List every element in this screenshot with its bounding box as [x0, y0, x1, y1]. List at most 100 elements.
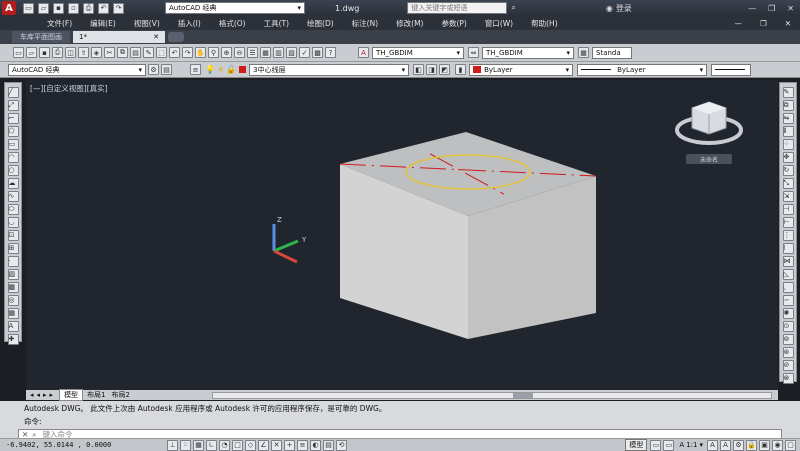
hardware-accel-icon[interactable]: ▣: [759, 439, 770, 451]
pan-icon[interactable]: ✋: [195, 47, 206, 58]
annotation-visibility-icon[interactable]: A: [707, 439, 718, 451]
login-link[interactable]: 登录: [616, 3, 632, 14]
model-space-button[interactable]: 模型: [625, 439, 648, 451]
rotate-icon[interactable]: ↻: [782, 165, 794, 176]
linetype-select[interactable]: ByLayer ▾: [577, 63, 708, 76]
break-icon[interactable]: ⁞: [782, 243, 794, 254]
copy-object-icon[interactable]: ⧉: [782, 100, 794, 111]
viewcube[interactable]: [674, 94, 744, 152]
construction-line-icon[interactable]: ⤢: [7, 100, 19, 111]
match-prop-icon[interactable]: ✎: [143, 47, 154, 58]
region-icon[interactable]: ◎: [7, 295, 19, 306]
make-current-layer-icon[interactable]: ◧: [413, 64, 425, 75]
block-editor-icon[interactable]: ⬚: [156, 47, 167, 58]
line-icon[interactable]: ╱: [7, 87, 19, 98]
insert-block-icon[interactable]: ⊡: [7, 230, 19, 241]
window-close-icon[interactable]: ✕: [776, 19, 800, 28]
text-style-select[interactable]: TH_GBDIM ▾: [372, 46, 464, 59]
layer-freeze-icon[interactable]: ☀: [217, 65, 224, 74]
quick-props-icon[interactable]: ▤: [323, 439, 334, 451]
grid-display-icon[interactable]: ▦: [193, 439, 204, 451]
quick-view-drawings-icon[interactable]: ▭: [663, 439, 675, 451]
app-logo-icon[interactable]: A: [2, 1, 16, 15]
offset-icon[interactable]: ⫴: [782, 126, 794, 137]
tab-nav-last-icon[interactable]: ▸: [50, 391, 54, 399]
saveas-icon[interactable]: ▫: [68, 2, 79, 14]
tab-drawing-2[interactable]: 1* ✕: [73, 31, 165, 43]
color-control-icon[interactable]: ▮: [455, 64, 467, 75]
3d-print-icon[interactable]: ◈: [91, 47, 102, 58]
scale-icon[interactable]: ⤡: [782, 178, 794, 189]
layer-properties-icon[interactable]: ≡: [190, 64, 201, 75]
selection-cycling-icon[interactable]: ⟲: [336, 439, 347, 451]
dynamic-ucs-icon[interactable]: ✕: [271, 439, 282, 451]
add-selected-icon[interactable]: ✚: [7, 334, 19, 345]
workspace-switcher[interactable]: AutoCAD 经典 ▾: [165, 2, 305, 14]
chamfer-icon[interactable]: ◺: [782, 269, 794, 280]
search-icon[interactable]: ⌕: [511, 3, 515, 13]
menu-dimension[interactable]: 标注(N): [343, 18, 387, 29]
hatch-icon[interactable]: ▨: [7, 269, 19, 280]
tab-layout1[interactable]: 布局1: [87, 390, 105, 400]
menu-parameters[interactable]: 参数(P): [432, 18, 475, 29]
layer-previous-icon[interactable]: ◨: [426, 64, 438, 75]
isolate-objects-icon[interactable]: ◉: [772, 439, 783, 451]
dim-style-select[interactable]: TH_GBDIM ▾: [482, 46, 574, 59]
fillet-icon[interactable]: ◟: [782, 282, 794, 293]
menu-file[interactable]: 文件(F): [38, 18, 81, 29]
new-tab-button[interactable]: [168, 32, 184, 42]
new-file-icon[interactable]: ▭: [23, 2, 34, 14]
menu-insert[interactable]: 插入(I): [169, 18, 210, 29]
tab-model[interactable]: 模型: [59, 389, 84, 401]
drawing-viewport[interactable]: [—][自定义视图][真实] Z Y 未命名: [26, 80, 778, 390]
print-icon[interactable]: ⎙: [83, 2, 94, 14]
auto-scale-icon[interactable]: A: [720, 439, 731, 451]
infer-constraints-icon[interactable]: ⊥: [167, 439, 178, 451]
save-icon[interactable]: ▪: [53, 2, 64, 14]
tab-nav-first-icon[interactable]: ◂: [30, 391, 34, 399]
gradient-icon[interactable]: ▩: [7, 282, 19, 293]
transparency-icon[interactable]: ◐: [310, 439, 321, 451]
arc-icon[interactable]: ◠: [7, 152, 19, 163]
copy-icon[interactable]: ⧉: [117, 47, 128, 58]
lock-ui-icon[interactable]: 🔒: [746, 439, 757, 451]
stretch-icon[interactable]: ⇲: [782, 191, 794, 202]
paste-icon[interactable]: ▤: [130, 47, 141, 58]
sheet-set-icon[interactable]: ▧: [286, 47, 297, 58]
preview-icon[interactable]: ◫: [65, 47, 76, 58]
tab-nav-prev-icon[interactable]: ◂: [37, 391, 41, 399]
dynamic-input-icon[interactable]: +: [284, 439, 295, 451]
break-point-icon[interactable]: ⋮: [782, 230, 794, 241]
object-snap-icon[interactable]: □: [232, 439, 243, 451]
trim-icon[interactable]: ⊣: [782, 204, 794, 215]
move-icon[interactable]: ✥: [782, 152, 794, 163]
table-style-select[interactable]: Standa: [592, 46, 632, 59]
zoom-window-icon[interactable]: ⊕: [221, 47, 232, 58]
viewcube-ucs-menu[interactable]: 未命名: [686, 154, 732, 164]
publish-icon[interactable]: ⇪: [78, 47, 89, 58]
workspace-select[interactable]: AutoCAD 经典 ▾: [8, 63, 146, 76]
scrollbar-thumb[interactable]: [513, 392, 533, 398]
explode-icon[interactable]: ✺: [782, 308, 794, 319]
ortho-mode-icon[interactable]: ∟: [206, 439, 217, 451]
quick-view-layouts-icon[interactable]: ▭: [650, 439, 662, 451]
qnew-icon[interactable]: ▭: [13, 47, 24, 58]
tab-nav-next-icon[interactable]: ▸: [43, 391, 47, 399]
polygon-icon[interactable]: ⬠: [7, 126, 19, 137]
menu-modify[interactable]: 修改(M): [387, 18, 432, 29]
open-file-icon[interactable]: ▱: [38, 2, 49, 14]
undo-tb-icon[interactable]: ↶: [169, 47, 180, 58]
layer-on-icon[interactable]: 💡: [205, 65, 215, 74]
lineweight-select[interactable]: [711, 63, 752, 76]
point-icon[interactable]: ·: [7, 256, 19, 267]
menu-view[interactable]: 视图(V): [125, 18, 169, 29]
blend-icon[interactable]: ∽: [782, 295, 794, 306]
osnap-2-icon[interactable]: ⊚: [782, 334, 794, 345]
menu-help[interactable]: 帮助(H): [522, 18, 567, 29]
dim-style-icon[interactable]: ⇔: [468, 47, 479, 58]
mirror-icon[interactable]: ⇋: [782, 113, 794, 124]
window-restore-icon[interactable]: ❐: [751, 19, 776, 28]
spline-icon[interactable]: ∿: [7, 191, 19, 202]
osnap-3-icon[interactable]: ⊛: [782, 347, 794, 358]
array-icon[interactable]: ⁘: [782, 139, 794, 150]
